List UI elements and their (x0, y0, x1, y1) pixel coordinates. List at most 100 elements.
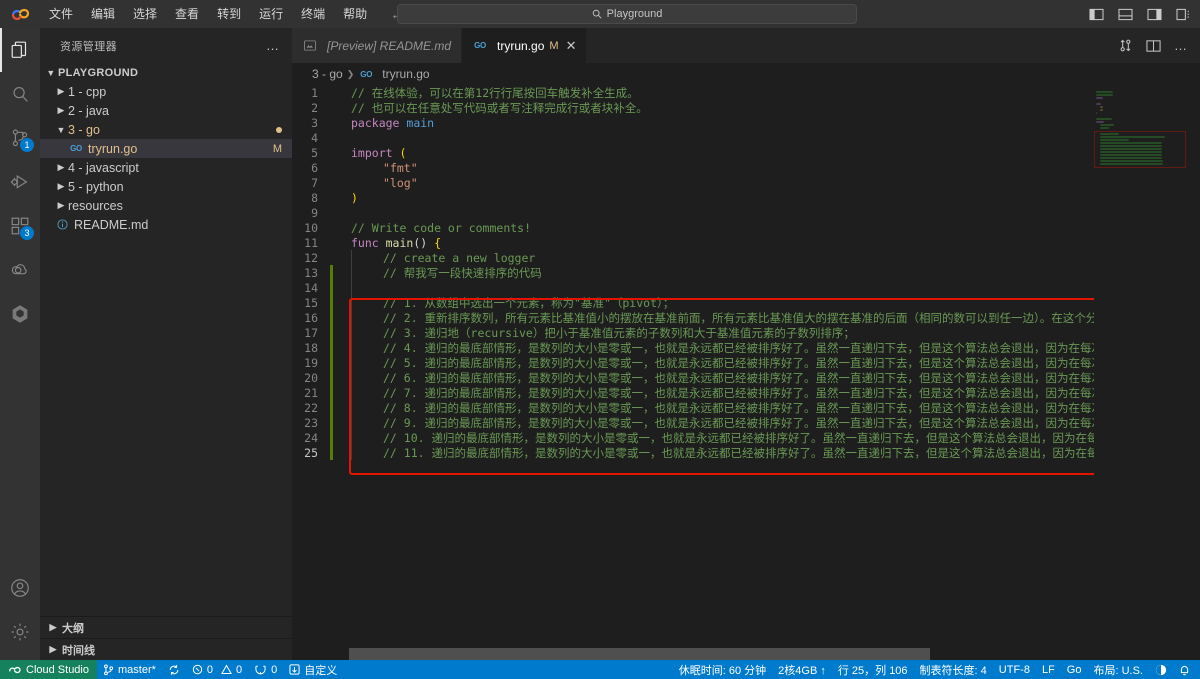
activity-item-extensions[interactable]: 3 (0, 204, 40, 248)
line-number: 10 (304, 220, 318, 235)
activity-item-cloud[interactable] (0, 248, 40, 292)
status-machine-spec[interactable]: 2核4GB ↑ (772, 660, 832, 679)
sidebar-section-outline[interactable]: ▶ 大纲 (40, 616, 292, 638)
status-customize[interactable]: 自定义 (283, 660, 343, 679)
code-line[interactable]: 5 import ( (292, 145, 1200, 160)
code-line[interactable]: 13 // 帮我写一段快速排序的代码 (292, 265, 1200, 280)
breadcrumb-folder[interactable]: 3 - go (312, 67, 343, 81)
code-line[interactable]: 10 // Write code or comments! (292, 220, 1200, 235)
code-line[interactable]: 1 // 在线体验，可以在第12行行尾按回车触发补全生成。 (292, 85, 1200, 100)
menu-item-file[interactable]: 文件 (40, 0, 82, 28)
code-line[interactable]: 23 // 9. 递归的最底部情形，是数列的大小是零或一，也就是永远都已经被排序好… (292, 415, 1200, 430)
menu-item-help[interactable]: 帮助 (334, 0, 376, 28)
customize-layout-icon[interactable] (1170, 0, 1196, 28)
toggle-primary-sidebar-icon[interactable] (1083, 0, 1109, 28)
status-feedback[interactable] (1149, 660, 1173, 679)
gutter-change-marker (330, 385, 333, 400)
status-notifications[interactable] (1173, 660, 1196, 679)
status-indentation[interactable]: 制表符长度: 4 (914, 660, 993, 679)
tree-item-tryrun-go[interactable]: GO tryrun.go M (40, 139, 292, 158)
code-line[interactable]: 20 // 6. 递归的最底部情形，是数列的大小是零或一，也就是永远都已经被排序好… (292, 370, 1200, 385)
run-or-compare-icon[interactable] (1112, 32, 1138, 60)
code-line[interactable]: 6 "fmt" (292, 160, 1200, 175)
code-line[interactable]: 18 // 4. 递归的最底部情形，是数列的大小是零或一，也就是永远都已经被排序好… (292, 340, 1200, 355)
code-line[interactable]: 17 // 3. 递归地（recursive）把小于基准值元素的子数列和大于基准值… (292, 325, 1200, 340)
status-problems[interactable]: 0 0 (186, 660, 248, 679)
activity-item-settings[interactable] (0, 610, 40, 654)
toggle-secondary-sidebar-icon[interactable] (1141, 0, 1167, 28)
code-line[interactable]: 11 func main() { (292, 235, 1200, 250)
status-git-branch[interactable]: master* (97, 660, 162, 679)
code-line[interactable]: 7 "log" (292, 175, 1200, 190)
menu-item-go[interactable]: 转到 (208, 0, 250, 28)
status-eol[interactable]: LF (1036, 660, 1061, 679)
code-line[interactable]: 15 // 1. 从数组中选出一个元素，称为"基准"（pivot）； (292, 295, 1200, 310)
quick-search-input[interactable]: Playground (397, 4, 857, 24)
code-line[interactable]: 24 // 10. 递归的最底部情形，是数列的大小是零或一，也就是永远都已经被排序… (292, 430, 1200, 445)
menu-item-run[interactable]: 运行 (250, 0, 292, 28)
activity-item-run-and-debug[interactable] (0, 160, 40, 204)
code-line[interactable]: 12 // create a new logger (292, 250, 1200, 265)
menu-item-terminal[interactable]: 终端 (292, 0, 334, 28)
tree-item-3-go[interactable]: ▼ 3 - go (40, 120, 292, 139)
tree-item-resources[interactable]: ▶ resources (40, 196, 292, 215)
more-editor-actions-icon[interactable]: … (1168, 32, 1194, 60)
status-sync[interactable] (162, 660, 186, 679)
code-line[interactable]: 16 // 2. 重新排序数列，所有元素比基准值小的摆放在基准前面，所有元素比基准… (292, 310, 1200, 325)
tree-item-readme-md[interactable]: README.md (40, 215, 292, 234)
code-editor[interactable]: 1 // 在线体验，可以在第12行行尾按回车触发补全生成。 2 // 也可以在任意处写… (292, 85, 1200, 660)
code-line[interactable]: 4 (292, 130, 1200, 145)
status-cloud-studio[interactable]: Cloud Studio (0, 660, 97, 679)
tab-readme-preview[interactable]: [Preview] README.md (292, 28, 463, 63)
code-line[interactable]: 8) (292, 190, 1200, 205)
ellipsis-icon[interactable]: … (262, 38, 284, 53)
tree-item-2-java[interactable]: ▶ 2 - java (40, 101, 292, 120)
code-token: // Write code or comments! (351, 220, 532, 235)
code-line[interactable]: 22 // 8. 递归的最底部情形，是数列的大小是零或一，也就是永远都已经被排序好… (292, 400, 1200, 415)
status-language-mode[interactable]: Go (1061, 660, 1088, 679)
tree-item-1-cpp[interactable]: ▶ 1 - cpp (40, 82, 292, 101)
tree-item-5-python[interactable]: ▶ 5 - python (40, 177, 292, 196)
scrollbar-thumb[interactable] (349, 648, 931, 660)
editor-vertical-scrollbar[interactable] (1186, 85, 1200, 660)
status-keyboard-layout[interactable]: 布局: U.S. (1087, 660, 1149, 679)
editor-actions: … (1112, 28, 1200, 63)
line-number: 5 (311, 145, 318, 160)
status-hibernate-time[interactable]: 休眠时间: 60 分钟 (673, 660, 772, 679)
sidebar-section-timeline[interactable]: ▶ 时间线 (40, 638, 292, 660)
breadcrumb-file[interactable]: GO tryrun.go (358, 67, 429, 81)
code-line[interactable]: 3 package main (292, 115, 1200, 130)
menu-item-edit[interactable]: 编辑 (82, 0, 124, 28)
code-text: "log" (347, 176, 418, 190)
tab-tryrun-go[interactable]: GO tryrun.go M ✕ (462, 28, 588, 63)
code-line[interactable]: 19 // 5. 递归的最底部情形，是数列的大小是零或一，也就是永远都已经被排序好… (292, 355, 1200, 370)
code-line[interactable]: 25 // 11. 递归的最底部情形，是数列的大小是零或一，也就是永远都已经被排序… (292, 445, 1200, 460)
close-icon[interactable]: ✕ (566, 39, 577, 52)
activity-item-explorer[interactable] (0, 28, 40, 72)
editor-horizontal-scrollbar[interactable] (349, 648, 1094, 660)
split-editor-right-icon[interactable] (1140, 32, 1166, 60)
code-line[interactable]: 21 // 7. 递归的最底部情形，是数列的大小是零或一，也就是永远都已经被排序好… (292, 385, 1200, 400)
tree-root-playground[interactable]: ▼ PLAYGROUND (40, 63, 292, 82)
status-cursor-position[interactable]: 行 25，列 106 (832, 660, 914, 679)
status-ports[interactable]: 0 (248, 660, 283, 679)
markdown-info-icon (54, 219, 70, 230)
editor-scroll-region[interactable]: 1 // 在线体验，可以在第12行行尾按回车触发补全生成。 2 // 也可以在任意处写… (292, 85, 1200, 660)
activity-item-accounts[interactable] (0, 566, 40, 610)
toggle-panel-icon[interactable] (1112, 0, 1138, 28)
code-line[interactable]: 14 (292, 280, 1200, 295)
code-line[interactable]: 9 (292, 205, 1200, 220)
tree-item-4-javascript[interactable]: ▶ 4 - javascript (40, 158, 292, 177)
code-text: "fmt" (347, 161, 418, 175)
activity-item-source-control[interactable]: 1 (0, 116, 40, 160)
menu-item-selection[interactable]: 选择 (124, 0, 166, 28)
chevron-right-icon: ▶ (57, 105, 65, 115)
activity-item-plugin[interactable] (0, 292, 40, 336)
minimap[interactable] (1094, 85, 1186, 660)
code-token: // 3. 递归地（recursive）把小于基准值元素的子数列和大于基准值元素… (383, 325, 855, 340)
activity-item-search[interactable] (0, 72, 40, 116)
menu-item-view[interactable]: 查看 (166, 0, 208, 28)
code-line[interactable]: 2 // 也可以在任意处写代码或者写注释完成行或者块补全。 (292, 100, 1200, 115)
status-encoding[interactable]: UTF-8 (993, 660, 1036, 679)
cloud-studio-icon (8, 664, 22, 675)
